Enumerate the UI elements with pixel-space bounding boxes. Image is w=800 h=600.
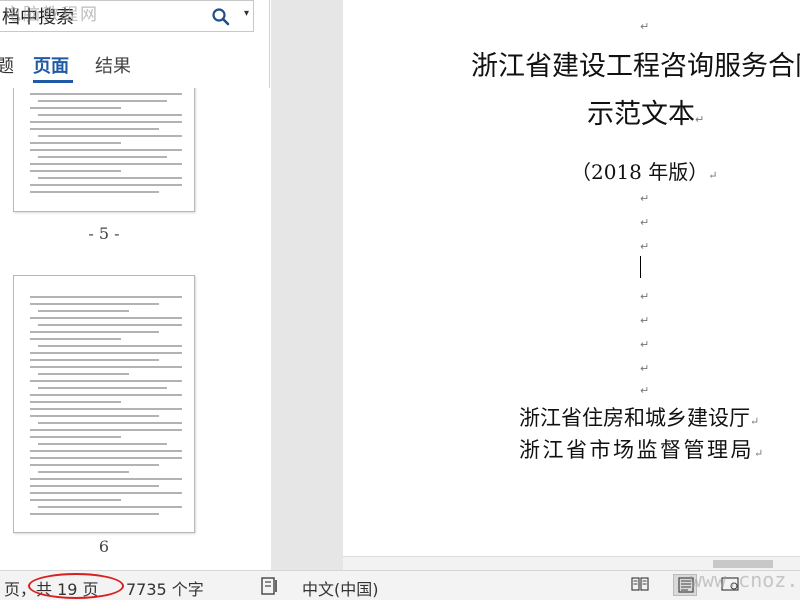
document-issuer-line-2: 浙江省市场监督管理局↵ xyxy=(519,434,763,464)
page-thumbnails: - 5 - 6 xyxy=(0,88,270,570)
status-bar: 页， 共 19 页 7735 个字 中文(中国) xyxy=(0,570,800,600)
page-thumbnail-5[interactable] xyxy=(13,88,195,212)
active-tab-indicator xyxy=(33,80,73,83)
dropdown-arrow-icon[interactable]: ▾ xyxy=(244,8,249,19)
paragraph-mark: ↵ xyxy=(640,192,650,205)
paragraph-mark: ↵ xyxy=(695,113,705,126)
word-window: ▾ 题 页面 结果 - 5 - xyxy=(0,0,800,600)
page-thumbnail-6[interactable] xyxy=(13,275,195,533)
search-icon[interactable] xyxy=(211,7,231,27)
edition-text: （2018 年版） xyxy=(571,160,709,184)
scrollbar-thumb[interactable] xyxy=(713,560,773,568)
thumbnail-text-lines xyxy=(30,93,182,198)
document-title-line-2: 示范文本↵ xyxy=(587,92,704,131)
nav-tabs: 题 页面 结果 xyxy=(0,44,270,86)
document-title-line-1: 浙江省建设工程咨询服务合同 xyxy=(471,51,800,82)
document-edition: （2018 年版）↵ xyxy=(571,156,717,185)
paragraph-mark: ↵ xyxy=(640,384,650,397)
page-number-6: 6 xyxy=(98,537,110,556)
title-line-2-text: 示范文本 xyxy=(587,99,695,130)
tab-results[interactable]: 结果 xyxy=(95,52,131,78)
paragraph-mark: ↵ xyxy=(640,314,650,327)
issuer-line-1-text: 浙江省住房和城乡建设厅 xyxy=(519,406,750,430)
status-word-count[interactable]: 7735 个字 xyxy=(126,576,204,600)
text-cursor xyxy=(640,256,641,278)
document-issuer-line-1: 浙江省住房和城乡建设厅↵ xyxy=(519,402,759,432)
thumbnail-text-lines xyxy=(30,296,182,520)
paragraph-mark: ↵ xyxy=(750,415,760,428)
watermark-top-left: 电脑教程网 xyxy=(4,5,99,25)
paragraph-mark: ↵ xyxy=(640,240,650,253)
proofing-icon[interactable] xyxy=(261,576,283,596)
paragraph-mark: ↵ xyxy=(640,338,650,351)
issuer-line-2-text: 浙江省市场监督管理局 xyxy=(519,438,754,462)
watermark-bottom-right: www.cnoz.com xyxy=(690,568,800,592)
paragraph-mark: ↵ xyxy=(754,447,764,460)
document-page[interactable]: 浙江省建设工程咨询服务合同 示范文本↵ （2018 年版）↵ ↵ ↵ ↵ ↵ ↵… xyxy=(343,0,800,570)
paragraph-mark: ↵ xyxy=(640,290,650,303)
page-number-5: - 5 - xyxy=(88,224,120,243)
paragraph-mark: ↵ xyxy=(708,169,718,182)
paragraph-mark: ↵ xyxy=(640,216,650,229)
tab-headings-partial[interactable]: 题 xyxy=(0,52,14,78)
status-language[interactable]: 中文(中国) xyxy=(302,576,379,600)
read-mode-button[interactable] xyxy=(628,574,652,596)
read-mode-icon xyxy=(631,577,649,591)
highlight-circle xyxy=(28,573,124,599)
paragraph-mark: ↵ xyxy=(640,362,650,375)
workspace-background xyxy=(271,0,343,570)
tab-pages[interactable]: 页面 xyxy=(33,52,69,78)
paragraph-mark: ↵ xyxy=(640,20,650,33)
navigation-pane: ▾ 题 页面 结果 - 5 - xyxy=(0,0,270,570)
